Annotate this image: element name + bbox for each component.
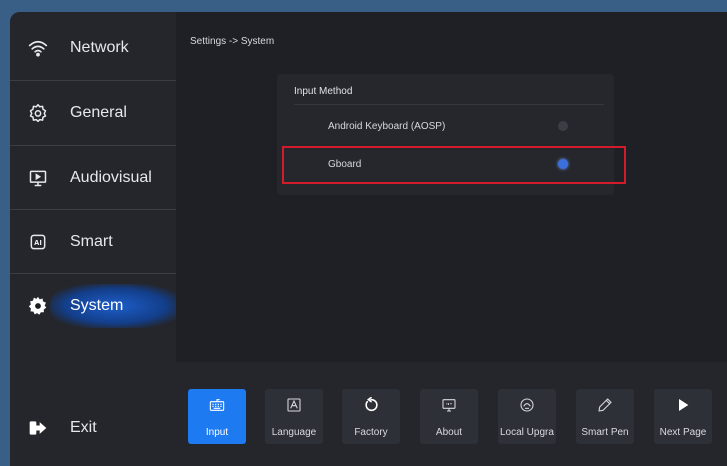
- toolbar-button-label: About: [435, 427, 463, 438]
- toolbar-button-language[interactable]: Language: [265, 389, 323, 444]
- toolbar-button-label: Smart Pen: [581, 427, 629, 438]
- exit-button[interactable]: Exit: [10, 398, 176, 458]
- selection-highlight-box: [282, 146, 626, 184]
- radio-button[interactable]: [558, 121, 568, 131]
- toolbar-button-label: Language: [271, 427, 317, 438]
- toolbar-button-local-upgrade[interactable]: Local Upgrade: [498, 389, 556, 444]
- svg-text:AI: AI: [34, 239, 42, 247]
- sidebar-item-label: Smart: [70, 233, 113, 250]
- panel-title: Input Method: [294, 86, 353, 97]
- toolbar-button-label: Local Upgrade: [500, 427, 554, 438]
- sidebar-item-smart[interactable]: AI Smart: [10, 210, 176, 274]
- sidebar-item-general[interactable]: General: [10, 81, 176, 145]
- ai-chip-icon: AI: [26, 230, 50, 254]
- language-icon: [285, 396, 303, 414]
- exit-label: Exit: [70, 419, 97, 436]
- sidebar-item-audiovisual[interactable]: Audiovisual: [10, 146, 176, 210]
- sidebar-item-label: Network: [70, 39, 129, 56]
- sidebar-item-label: Audiovisual: [70, 169, 152, 186]
- wifi-icon: [26, 36, 50, 60]
- sidebar-item-system[interactable]: System: [10, 274, 176, 338]
- keyboard-icon: [208, 396, 226, 414]
- gear-icon: [26, 101, 50, 125]
- upgrade-icon: [518, 396, 536, 414]
- option-android-keyboard[interactable]: Android Keyboard (AOSP): [277, 112, 614, 140]
- reset-icon: [362, 396, 380, 414]
- option-label: Android Keyboard (AOSP): [328, 120, 446, 132]
- toolbar-button-label: Next Page: [659, 427, 707, 438]
- divider: [294, 104, 604, 105]
- toolbar-button-factory[interactable]: Factory: [342, 389, 400, 444]
- pen-icon: [596, 396, 614, 414]
- toolbar-button-input[interactable]: Input: [188, 389, 246, 444]
- toolbar-button-about[interactable]: About: [420, 389, 478, 444]
- main-content: Settings -> System Input Method Android …: [176, 12, 727, 466]
- system-gear-icon: [26, 294, 50, 318]
- sidebar-item-network[interactable]: Network: [10, 16, 176, 80]
- toolbar-button-label: Factory: [354, 427, 388, 438]
- toolbar-button-next-page[interactable]: Next Page: [654, 389, 712, 444]
- monitor-icon: [26, 166, 50, 190]
- sidebar-item-label: System: [70, 297, 124, 314]
- settings-window: Network General Audiovisual AI Smart Sys…: [10, 12, 727, 466]
- sidebar-item-label: General: [70, 104, 127, 121]
- sidebar: Network General Audiovisual AI Smart Sys…: [10, 12, 180, 466]
- play-icon: [674, 396, 692, 414]
- breadcrumb: Settings -> System: [190, 36, 275, 47]
- about-monitor-icon: [440, 396, 458, 414]
- toolbar-button-label: Input: [205, 427, 229, 438]
- exit-arrow-icon: [26, 416, 50, 440]
- toolbar-button-smart-pen[interactable]: Smart Pen: [576, 389, 634, 444]
